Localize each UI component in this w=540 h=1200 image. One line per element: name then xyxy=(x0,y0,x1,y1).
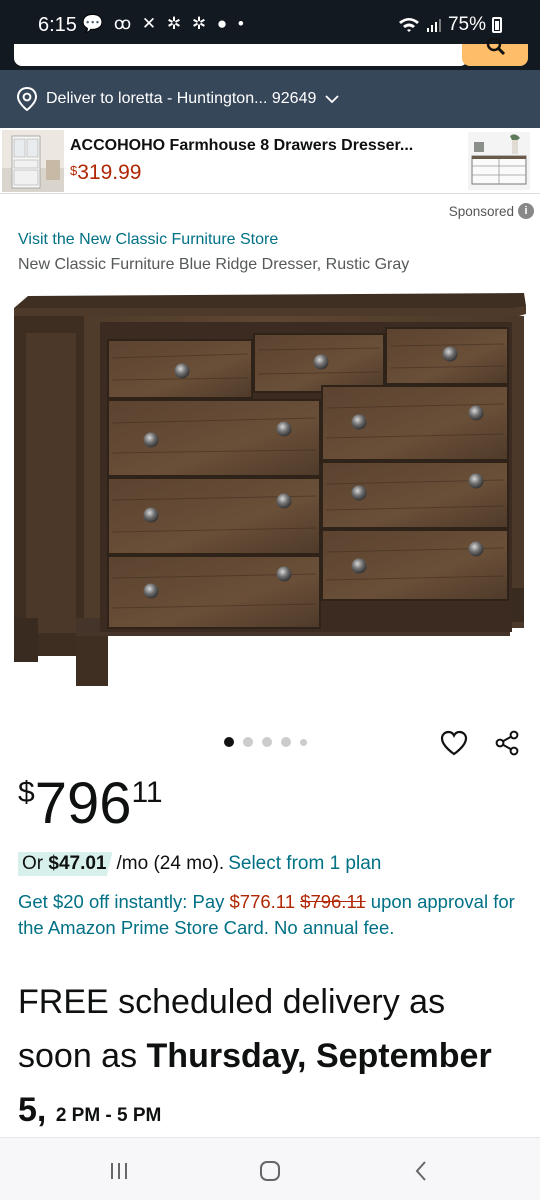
home-icon xyxy=(260,1161,280,1181)
home-button[interactable] xyxy=(255,1156,285,1186)
image-carousel-dots[interactable] xyxy=(224,737,307,747)
search-button[interactable] xyxy=(462,38,528,66)
ad-price: $319.99 xyxy=(70,161,141,185)
delivery-day: Thursday, xyxy=(146,1037,307,1075)
price-symbol: $ xyxy=(18,776,35,809)
chevron-down-icon xyxy=(325,95,340,104)
ad-title[interactable]: ACCOHOHO Farmhouse 8 Drawers Dresser... xyxy=(70,137,413,155)
share-icon xyxy=(495,730,519,756)
share-button[interactable] xyxy=(494,730,520,761)
carousel-dot-5[interactable] xyxy=(300,738,307,746)
visit-store-link[interactable]: Visit the New Classic Furniture Store xyxy=(18,231,278,249)
monthly-prefix: Or xyxy=(22,853,49,874)
back-button[interactable] xyxy=(406,1156,436,1186)
product-title: New Classic Furniture Blue Ridge Dresser… xyxy=(18,256,410,273)
ad-price-value: 319.99 xyxy=(77,161,142,184)
monthly-amount: $47.01 xyxy=(48,853,107,874)
carousel-dot-1[interactable] xyxy=(224,737,234,747)
ad-thumbnail-cabinet[interactable] xyxy=(2,130,64,192)
ad-price-currency: $ xyxy=(70,163,78,178)
status-bar: 6:15 💬 ꝏ ✕ ✲ ✲ ● • 75% xyxy=(0,0,540,48)
ad-thumbnail-dresser[interactable] xyxy=(468,132,530,190)
sponsored-text: Sponsored xyxy=(448,203,514,219)
heart-icon xyxy=(440,730,468,756)
delivery-info: FREE scheduled delivery as soon as Thurs… xyxy=(18,975,528,1143)
price-whole: 796 xyxy=(34,771,132,836)
recent-apps-icon xyxy=(111,1163,127,1179)
deliver-address: Deliver to loretta - Huntington... 92649 xyxy=(46,90,317,107)
wifi-icon xyxy=(398,18,419,32)
notification-icons: 💬 ꝏ ✕ ✲ ✲ ● • xyxy=(82,14,247,33)
location-pin-icon xyxy=(16,87,38,111)
back-icon xyxy=(415,1161,426,1181)
info-icon[interactable]: i xyxy=(518,203,534,219)
battery-icon xyxy=(492,17,502,33)
card-offer-new-price: $776.11 xyxy=(229,891,296,912)
monthly-badge: Or $47.01 xyxy=(18,852,113,876)
search-bar-strip xyxy=(0,38,540,70)
search-icon xyxy=(486,38,506,56)
product-image[interactable] xyxy=(0,288,540,698)
dresser-illustration xyxy=(14,293,526,686)
card-offer-old-price: $796.11 xyxy=(300,891,366,912)
delivery-window: 2 PM - 5 PM xyxy=(55,1105,162,1126)
search-input[interactable] xyxy=(14,44,468,66)
product-price: $79611 xyxy=(18,770,163,837)
card-offer[interactable]: Get $20 off instantly: Pay $776.11 $796.… xyxy=(18,889,523,941)
monthly-term: /mo (24 mo). xyxy=(116,853,225,874)
status-right: 75% xyxy=(398,14,502,36)
system-nav-bar xyxy=(0,1137,540,1200)
carousel-dot-4[interactable] xyxy=(281,737,291,747)
carousel-dot-2[interactable] xyxy=(243,737,253,747)
card-offer-text1: Get $20 off instantly: Pay xyxy=(18,891,230,912)
sponsored-label[interactable]: Sponsored i xyxy=(449,203,534,219)
price-fraction: 11 xyxy=(131,776,163,809)
battery-percent: 75% xyxy=(447,14,486,35)
sponsored-ad-banner[interactable]: ACCOHOHO Farmhouse 8 Drawers Dresser... … xyxy=(0,128,540,194)
status-time: 6:15 xyxy=(38,14,77,36)
carousel-dot-3[interactable] xyxy=(262,737,272,747)
recent-apps-button[interactable] xyxy=(104,1156,134,1186)
deliver-to-bar[interactable]: Deliver to loretta - Huntington... 92649 xyxy=(0,70,540,128)
monthly-payment: Or $47.01 /mo (24 mo). Select from 1 pla… xyxy=(18,852,381,876)
select-plan-link[interactable]: Select from 1 plan xyxy=(228,853,381,875)
wishlist-button[interactable] xyxy=(440,730,468,761)
signal-icon xyxy=(426,19,441,32)
